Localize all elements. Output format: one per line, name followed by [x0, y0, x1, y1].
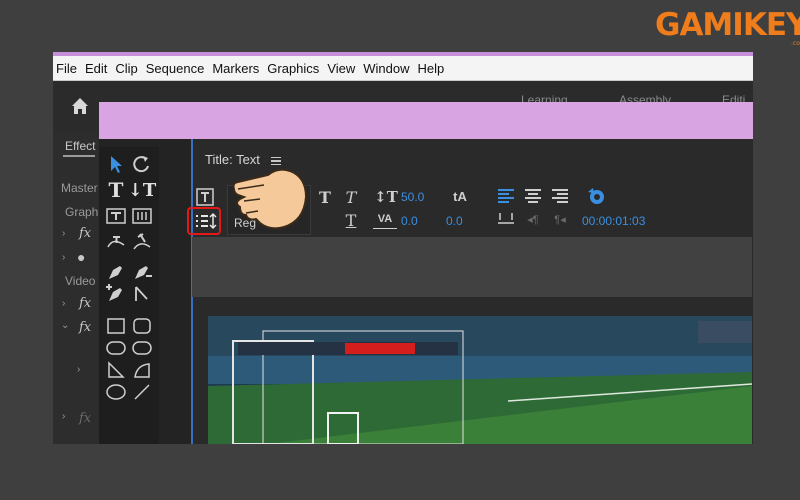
chevron-down-icon[interactable]: ⌄	[61, 320, 69, 331]
pen-tool-icon[interactable]	[105, 261, 127, 283]
arc-tool-icon[interactable]	[131, 359, 153, 381]
kerning-value[interactable]: 0.0	[401, 214, 418, 228]
align-left-icon[interactable]	[497, 188, 515, 204]
rounded-corner-rectangle-tool-icon[interactable]	[131, 337, 153, 359]
fx-label: fx	[79, 411, 92, 426]
area-type-tool-icon[interactable]	[105, 205, 127, 227]
visibility-eye-icon[interactable]: ●	[77, 249, 85, 265]
font-size-icon: ↕T	[374, 188, 398, 206]
kerning-icon: VA	[373, 209, 397, 229]
chevron-right-icon[interactable]: ›	[62, 228, 65, 239]
underline-icon[interactable]: T	[341, 210, 361, 230]
baseline-shift-icon: tA	[453, 188, 467, 204]
timecode-value[interactable]: 00:00:01:03	[582, 214, 645, 228]
home-icon[interactable]	[69, 95, 91, 117]
active-tab-underline	[63, 155, 95, 157]
vertical-type-tool-icon[interactable]: ↓T	[128, 179, 156, 201]
logo-text: GAMIKEY	[655, 7, 800, 43]
selection-tool-icon[interactable]	[105, 153, 127, 175]
align-center-icon[interactable]	[524, 188, 542, 204]
menu-graphics[interactable]: Graphics	[267, 61, 319, 76]
chevron-right-icon[interactable]: ›	[62, 298, 65, 309]
graphics-section-label: Graph	[65, 205, 99, 219]
menu-help[interactable]: Help	[418, 61, 445, 76]
fx-label: fx	[79, 226, 92, 241]
title-text-icon[interactable]	[195, 187, 215, 207]
paragraph-direction-icon: ¶◂	[554, 213, 566, 226]
rotation-tool-icon[interactable]	[131, 153, 153, 175]
ellipse-tool-icon[interactable]	[105, 381, 127, 403]
logo-suffix: .com	[791, 40, 800, 47]
menu-file[interactable]: File	[56, 61, 77, 76]
master-label: Master	[61, 181, 98, 195]
menu-bar: File Edit Clip Sequence Markers Graphics…	[53, 56, 753, 81]
video-preview-frame	[208, 316, 752, 444]
preview-background	[192, 237, 752, 297]
title-tools-panel: T ↓T	[99, 147, 159, 444]
convert-anchor-point-tool-icon[interactable]	[131, 283, 153, 305]
path-type-tool-icon[interactable]	[105, 231, 127, 253]
chevron-right-icon[interactable]: ›	[77, 364, 80, 375]
align-right-icon[interactable]	[551, 188, 569, 204]
chevron-right-icon[interactable]: ›	[62, 411, 65, 422]
menu-markers[interactable]: Markers	[212, 61, 259, 76]
text-direction-icon: ◂¶	[527, 213, 539, 226]
type-tool-icon[interactable]: T	[105, 178, 127, 202]
delete-anchor-point-tool-icon[interactable]	[131, 261, 153, 283]
chevron-right-icon[interactable]: ›	[62, 252, 65, 263]
fx-label: fx	[79, 320, 92, 335]
effect-controls-panel: Effect Master Graph › fx › ● Video › fx …	[53, 131, 99, 444]
rectangle-tool-icon[interactable]	[105, 315, 127, 337]
font-size-value[interactable]: 50.0	[401, 190, 424, 204]
highlight-box	[187, 207, 221, 235]
add-anchor-point-tool-icon[interactable]	[105, 283, 127, 305]
menu-view[interactable]: View	[327, 61, 355, 76]
pointing-hand-icon	[232, 168, 308, 230]
italic-icon[interactable]: T	[341, 187, 361, 207]
menu-window[interactable]: Window	[363, 61, 409, 76]
line-tool-icon[interactable]	[131, 381, 153, 403]
screenshot-stage: GAMIKEY .com File Edit Clip Sequence Mar…	[0, 0, 800, 500]
menu-sequence[interactable]: Sequence	[146, 61, 205, 76]
overlay-banner	[99, 102, 753, 139]
vertical-path-type-tool-icon[interactable]	[131, 231, 153, 253]
rounded-rectangle-tool-icon[interactable]	[131, 315, 153, 337]
wedge-tool-icon[interactable]	[105, 359, 127, 381]
bold-icon[interactable]: T	[315, 187, 335, 207]
menu-clip[interactable]: Clip	[115, 61, 137, 76]
tab-effect-controls[interactable]: Effect	[65, 139, 95, 153]
video-section-label: Video	[65, 274, 96, 288]
roll-crawl-icon[interactable]	[585, 186, 607, 206]
brand-logo: GAMIKEY .com	[655, 7, 800, 47]
menu-edit[interactable]: Edit	[85, 61, 107, 76]
tab-stops-icon[interactable]	[497, 211, 515, 227]
vertical-area-type-tool-icon[interactable]	[131, 205, 153, 227]
fx-label: fx	[79, 296, 92, 311]
clipped-corner-rectangle-tool-icon[interactable]	[105, 337, 127, 359]
tracking-value[interactable]: 0.0	[446, 214, 463, 228]
